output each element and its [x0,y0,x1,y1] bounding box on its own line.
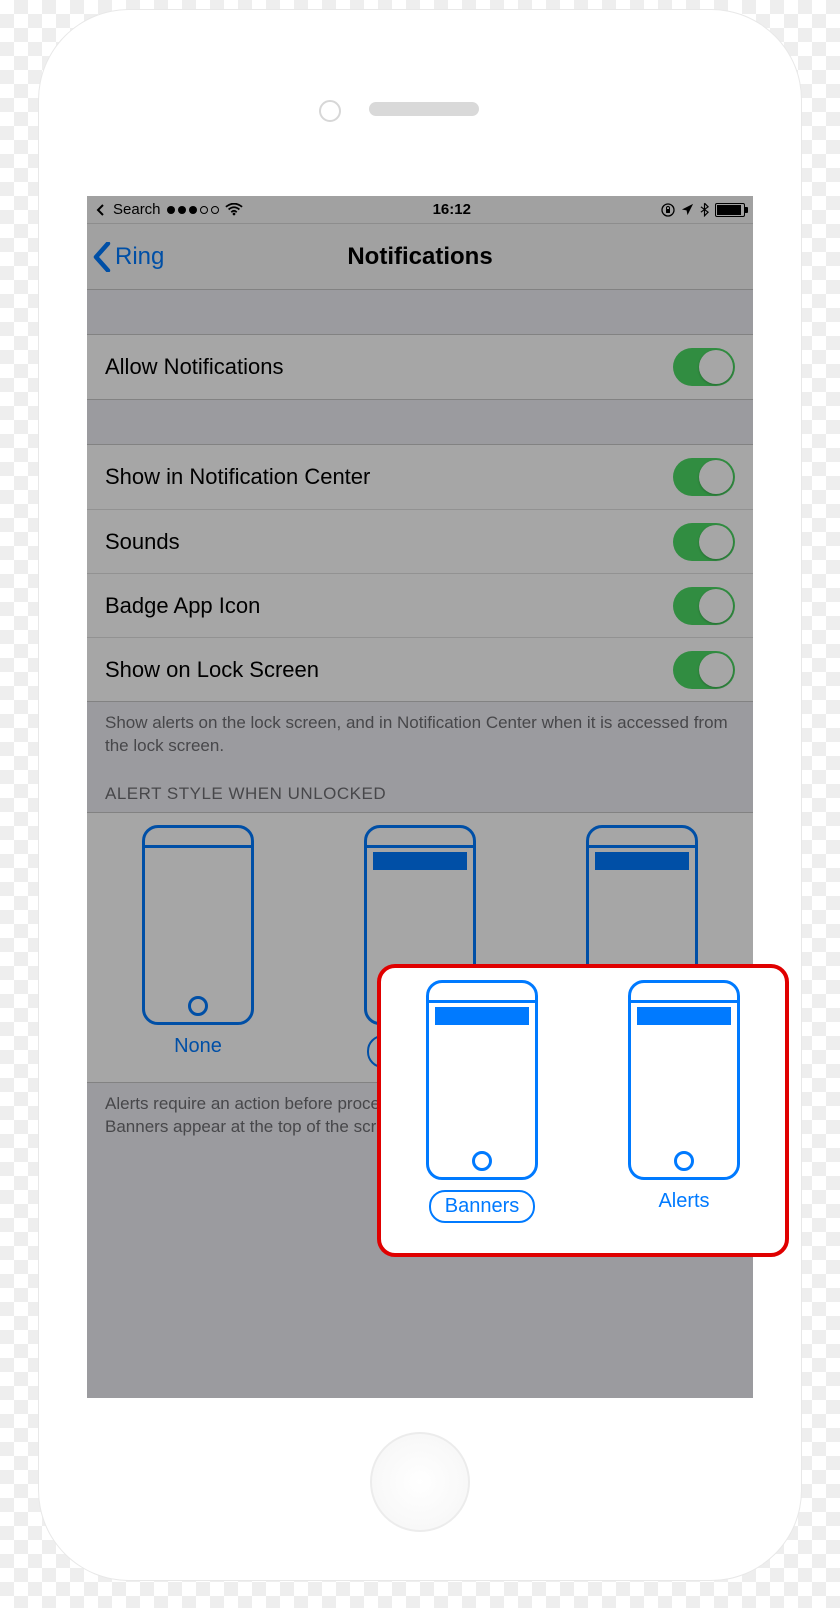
row-label: Show on Lock Screen [105,657,319,683]
phone-screen: Search 16:12 [87,196,753,1398]
alert-style-option-alerts-highlighted[interactable]: Alerts [583,968,785,1253]
toggle-badge-app-icon[interactable] [673,587,735,625]
status-bar-time: 16:12 [243,201,661,218]
toggle-show-in-notification-center[interactable] [673,458,735,496]
alert-style-option-banners-highlighted[interactable]: Banners [381,968,583,1253]
annotation-highlight-box: Banners Alerts [377,964,789,1257]
toggle-sounds[interactable] [673,523,735,561]
allow-notifications-group: Allow Notifications [87,334,753,400]
row-label: Show in Notification Center [105,464,370,490]
navigation-bar: Ring Notifications [87,224,753,290]
row-label: Allow Notifications [105,354,284,380]
lock-screen-footer-text: Show alerts on the lock screen, and in N… [87,702,753,762]
phone-device-frame: Search 16:12 [39,10,801,1580]
cellular-signal-icon [167,206,219,214]
chevron-left-icon [93,242,111,272]
home-button[interactable] [370,1432,470,1532]
phone-outline-icon [142,825,254,1025]
nav-back-button[interactable]: Ring [87,242,164,272]
alert-style-option-none[interactable]: None [87,825,309,1068]
nav-back-label: Ring [115,243,164,271]
bluetooth-icon [700,202,709,217]
phone-banner-icon [426,980,538,1180]
row-show-on-lock-screen: Show on Lock Screen [87,637,753,701]
status-bar: Search 16:12 [87,196,753,224]
row-allow-notifications: Allow Notifications [87,335,753,399]
row-sounds: Sounds [87,509,753,573]
row-show-in-notification-center: Show in Notification Center [87,445,753,509]
page-title: Notifications [87,243,753,271]
back-to-app-icon[interactable] [95,204,107,216]
toggle-allow-notifications[interactable] [673,348,735,386]
location-icon [681,203,694,216]
alert-style-section-header: ALERT STYLE WHEN UNLOCKED [87,762,753,812]
alert-style-label: Alerts [658,1190,709,1213]
phone-alert-icon [628,980,740,1180]
alert-style-label-selected: Banners [429,1190,536,1223]
front-camera [319,100,341,122]
earpiece-speaker [369,102,479,116]
row-badge-app-icon: Badge App Icon [87,573,753,637]
toggle-show-on-lock-screen[interactable] [673,651,735,689]
back-to-app-label[interactable]: Search [113,201,161,218]
notification-options-group: Show in Notification Center Sounds Badge… [87,444,753,702]
row-label: Badge App Icon [105,593,260,619]
alert-style-label: None [174,1035,222,1058]
battery-icon [715,203,745,217]
row-label: Sounds [105,529,180,555]
wifi-icon [225,203,243,216]
orientation-lock-icon [661,203,675,217]
